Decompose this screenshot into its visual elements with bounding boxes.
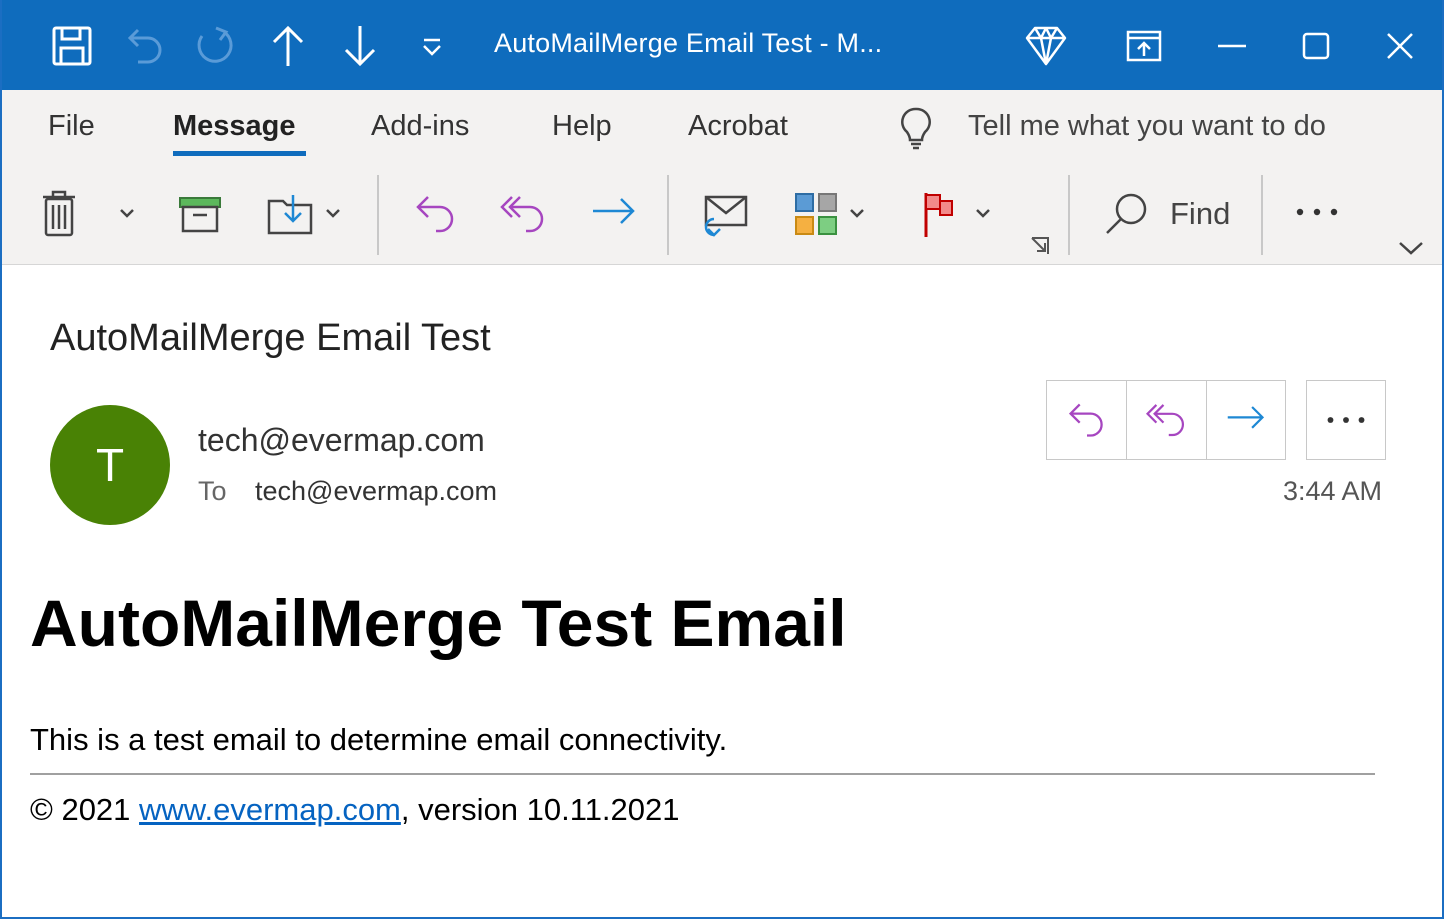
chevron-down-icon[interactable] [970,198,996,228]
body-heading: AutoMailMerge Test Email [30,586,847,660]
forward-icon[interactable] [586,186,642,242]
reply-all-icon[interactable] [496,186,552,242]
undo-icon[interactable] [122,22,170,70]
move-folder-icon[interactable] [262,188,318,240]
find-button-label[interactable]: Find [1170,196,1230,232]
ribbon-separator [377,175,379,255]
customize-quick-access-icon[interactable] [408,22,456,70]
avatar[interactable]: T [50,405,170,525]
delete-icon[interactable] [34,186,84,242]
more-actions-button[interactable] [1306,380,1386,460]
lightbulb-icon [892,104,940,152]
close-icon[interactable] [1376,22,1424,70]
tab-add-ins[interactable]: Add-ins [371,110,469,143]
horizontal-rule [30,773,1375,775]
ribbon-separator [1068,175,1070,255]
diamond-premium-icon[interactable] [1022,22,1070,70]
forward-icon [1227,406,1264,429]
sender-address[interactable]: tech@evermap.com [198,422,485,459]
chevron-down-icon[interactable] [320,198,346,228]
restore-window-icon[interactable] [1120,22,1168,70]
dialog-launcher-icon[interactable] [1026,232,1054,260]
recipient-address[interactable]: tech@evermap.com [255,476,497,507]
message-action-group [1046,380,1286,460]
tab-acrobat[interactable]: Acrobat [688,110,788,143]
tab-file[interactable]: File [48,110,95,143]
ribbon: File Message Add-ins Help Acrobat Tell m… [2,90,1442,265]
more-options-icon[interactable] [1292,200,1342,224]
body-paragraph: This is a test email to determine email … [30,722,728,757]
forward-button[interactable] [1205,381,1285,459]
message-subject: AutoMailMerge Email Test [50,317,491,359]
tab-message[interactable]: Message [173,110,296,143]
ribbon-collapse-chevron-icon[interactable] [1396,236,1426,260]
archive-icon[interactable] [174,190,226,238]
maximize-icon[interactable] [1292,22,1340,70]
avatar-initial: T [95,439,125,491]
categorize-icon[interactable] [788,186,844,242]
title-bar: AutoMailMerge Email Test - M... [2,0,1442,90]
ribbon-separator [667,175,669,255]
body-footer: © 2021 www.evermap.com, version 10.11.20… [30,792,680,828]
chevron-down-icon[interactable] [114,198,140,228]
footer-version: , version 10.11.2021 [400,792,680,827]
ribbon-separator [1261,175,1263,255]
chevron-down-icon[interactable] [844,198,870,228]
save-icon[interactable] [48,22,96,70]
reply-all-icon [1145,404,1184,437]
footer-link[interactable]: www.evermap.com [139,792,401,827]
more-options-icon [1327,417,1365,423]
follow-up-flag-icon[interactable] [914,186,964,242]
tab-help[interactable]: Help [552,110,612,143]
footer-copyright: © 2021 [30,792,140,827]
reply-icon[interactable] [408,186,464,242]
minimize-icon[interactable] [1208,22,1256,70]
window-title: AutoMailMerge Email Test - M... [494,28,883,58]
active-tab-indicator [173,151,306,156]
search-icon[interactable] [1098,186,1154,242]
reply-all-button[interactable] [1126,381,1205,459]
previous-item-icon[interactable] [264,22,312,70]
next-item-icon[interactable] [336,22,384,70]
reply-button[interactable] [1047,381,1126,459]
received-time: 3:44 AM [1282,476,1382,506]
outlook-message-window: AutoMailMerge Email Test - M... File Mes… [0,0,1444,919]
to-label: To [198,476,227,506]
reply-icon [1068,403,1103,437]
mark-unread-icon[interactable] [696,186,752,242]
tell-me-search[interactable]: Tell me what you want to do [968,110,1326,143]
redo-icon[interactable] [192,22,240,70]
